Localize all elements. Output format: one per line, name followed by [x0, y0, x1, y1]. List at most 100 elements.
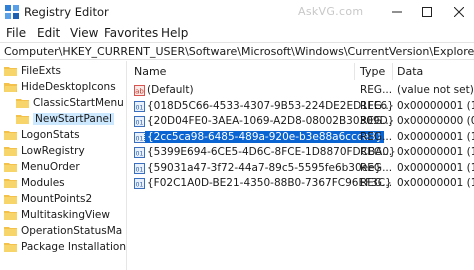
- value-data: 0x00000001 (1): [397, 146, 474, 158]
- tree-item-newstartpanel[interactable]: NewStartPanel: [16, 111, 114, 126]
- dword-value-icon: 01: [134, 100, 145, 112]
- tree-item-package-installation[interactable]: Package Installation: [4, 239, 126, 254]
- column-divider[interactable]: [354, 63, 355, 80]
- tree-item-label: MenuOrder: [21, 160, 80, 173]
- tree-item-logonstats[interactable]: LogonStats: [4, 127, 80, 142]
- value-row[interactable]: 01 {018D5C66-4533-4307-9B53-224DE2ED1FE6…: [128, 99, 474, 115]
- tree-item-label: HideDesktopIcons: [21, 80, 116, 93]
- dword-value-icon: 01: [134, 178, 145, 189]
- tree-item-modules[interactable]: Modules: [4, 175, 65, 190]
- tree-item-classicstartmenu[interactable]: ClassicStartMenu: [16, 95, 124, 110]
- minimize-button[interactable]: [382, 0, 412, 24]
- tree-item-label: MultitaskingView: [21, 208, 110, 221]
- value-name: (Default): [147, 84, 194, 96]
- menu-edit[interactable]: Edit: [37, 26, 60, 40]
- value-row[interactable]: 01 {20D04FE0-3AEA-1069-A2D8-08002B30309D…: [128, 114, 474, 130]
- column-header-type[interactable]: Type: [360, 61, 385, 82]
- menu-file[interactable]: File: [6, 26, 26, 40]
- value-name: {2cc5ca98-6485-489a-920e-b3e88a6ccce3}: [143, 129, 386, 144]
- maximize-button[interactable]: [412, 0, 442, 24]
- value-data: 0x00000001 (1): [397, 99, 474, 112]
- svg-text:01: 01: [136, 166, 144, 173]
- value-type: REG...: [360, 84, 393, 96]
- tree-item-label: Package Installation: [21, 240, 127, 253]
- close-button[interactable]: [444, 0, 474, 24]
- value-row[interactable]: 01 {F02C1A0D-BE21-4350-88B0-7367FC96EF3C…: [128, 176, 474, 192]
- tree-item-label: NewStartPanel: [33, 112, 114, 125]
- value-type: REG...: [360, 161, 393, 174]
- value-type: REG...: [360, 130, 393, 143]
- folder-icon: [16, 114, 29, 124]
- value-name: {59031a47-3f72-44a7-89c5-5595fe6b30ee}: [147, 161, 382, 174]
- folder-icon: [4, 242, 17, 252]
- tree-item-label: FileExts: [21, 64, 62, 77]
- menu-favorites[interactable]: Favorites: [104, 26, 158, 40]
- value-row-default[interactable]: ab (Default) REG... (value not set): [128, 83, 474, 99]
- folder-icon: [16, 98, 29, 108]
- tree-item-label: Modules: [21, 176, 65, 189]
- folder-icon: [4, 130, 17, 140]
- folder-icon: [4, 178, 17, 188]
- address-path[interactable]: Computer\HKEY_CURRENT_USER\Software\Micr…: [4, 45, 474, 58]
- watermark-text: AskVG.com: [298, 5, 364, 18]
- value-type: REG...: [360, 177, 393, 189]
- folder-open-icon: [4, 82, 17, 92]
- tree-item-menuorder[interactable]: MenuOrder: [4, 159, 80, 174]
- tree-item-operationstatusma[interactable]: OperationStatusMa: [4, 223, 122, 238]
- value-data: 0x00000001 (1): [397, 161, 474, 174]
- minimize-icon: [392, 11, 402, 13]
- window-title: Registry Editor: [24, 5, 109, 19]
- svg-text:01: 01: [136, 135, 144, 142]
- tree-item-hidedesktopicons[interactable]: HideDesktopIcons: [4, 79, 116, 94]
- value-data: (value not set): [397, 84, 474, 96]
- column-header-name[interactable]: Name: [134, 61, 166, 82]
- menu-bar: File Edit View Favorites Help: [0, 24, 474, 42]
- svg-text:01: 01: [136, 104, 144, 111]
- folder-icon: [4, 162, 17, 172]
- maximize-icon: [422, 7, 432, 17]
- svg-text:ab: ab: [135, 88, 144, 96]
- tree-item-lowregistry[interactable]: LowRegistry: [4, 143, 85, 158]
- folder-icon: [4, 66, 17, 76]
- value-row[interactable]: 01 {59031a47-3f72-44a7-89c5-5595fe6b30ee…: [128, 161, 474, 177]
- value-row-selected[interactable]: 01 {2cc5ca98-6485-489a-920e-b3e88a6ccce3…: [128, 129, 474, 146]
- address-bar[interactable]: Computer\HKEY_CURRENT_USER\Software\Micr…: [0, 42, 474, 60]
- menu-view[interactable]: View: [70, 26, 98, 40]
- folder-icon: [4, 146, 17, 156]
- column-divider[interactable]: [392, 63, 393, 80]
- column-header-data[interactable]: Data: [397, 61, 423, 82]
- value-data: 0x00000001 (1): [397, 130, 474, 143]
- svg-text:01: 01: [136, 120, 144, 127]
- tree-item-mountpoints2[interactable]: MountPoints2: [4, 191, 92, 206]
- value-type: REG...: [360, 115, 393, 127]
- value-data: 0x00000001 (1): [397, 177, 474, 189]
- value-name: {018D5C66-4533-4307-9B53-224DE2ED1FE6}: [147, 99, 394, 112]
- value-name: {20D04FE0-3AEA-1069-A2D8-08002B30309D}: [147, 115, 395, 127]
- key-tree[interactable]: FileExts HideDesktopIcons ClassicStartMe…: [0, 61, 127, 270]
- dword-value-icon: 01: [134, 147, 145, 158]
- value-type: REG...: [360, 99, 393, 112]
- value-row[interactable]: 01 {5399E694-6CE5-4D6C-8FCE-1D8870FDCBA0…: [128, 145, 474, 161]
- svg-text:01: 01: [136, 182, 144, 189]
- values-list[interactable]: Name Type Data ab (Default) REG... (valu…: [128, 61, 474, 270]
- dword-value-icon: 01: [134, 131, 145, 143]
- tree-item-fileexts[interactable]: FileExts: [4, 63, 61, 78]
- tree-item-label: ClassicStartMenu: [33, 96, 124, 109]
- close-icon: [454, 7, 464, 17]
- title-bar: Registry Editor AskVG.com: [0, 0, 474, 24]
- dword-value-icon: 01: [134, 116, 145, 127]
- dword-value-icon: 01: [134, 162, 145, 174]
- menu-help[interactable]: Help: [161, 26, 188, 40]
- value-data: 0x00000000 (0): [397, 115, 474, 127]
- folder-icon: [4, 194, 17, 204]
- svg-text:01: 01: [136, 151, 144, 158]
- folder-icon: [4, 226, 17, 236]
- tree-item-multitaskingview[interactable]: MultitaskingView: [4, 207, 110, 222]
- value-type: REG...: [360, 146, 393, 158]
- tree-item-label: LogonStats: [21, 128, 80, 141]
- tree-item-label: OperationStatusMa: [21, 224, 123, 237]
- registry-editor-icon: [5, 5, 19, 19]
- string-value-icon: ab: [134, 85, 145, 96]
- tree-item-label: LowRegistry: [21, 144, 85, 157]
- tree-item-label: MountPoints2: [21, 192, 93, 205]
